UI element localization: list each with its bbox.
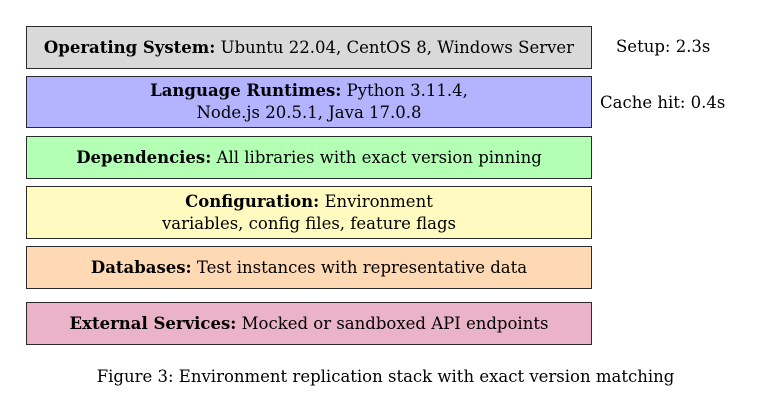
figure-caption: Figure 3: Environment replication stack … — [96, 367, 675, 386]
layer-title: Language Runtimes: — [150, 81, 342, 100]
layer-operating-system: Operating System: Ubuntu 22.04, CentOS 8… — [26, 26, 592, 69]
layer-title: External Services: — [69, 313, 237, 333]
layer-text: Databases: Test instances with represent… — [91, 257, 527, 279]
layer-description: Ubuntu 22.04, CentOS 8, Windows Server — [220, 37, 575, 57]
layer-title: Configuration: — [185, 191, 320, 211]
layer-dependencies: Dependencies: All libraries with exact v… — [26, 136, 592, 179]
layer-text: External Services: Mocked or sandboxed A… — [70, 313, 549, 335]
layer-text: Configuration: Environment variables, co… — [159, 191, 459, 235]
layer-title: Operating System: — [43, 37, 216, 57]
layer-databases: Databases: Test instances with represent… — [26, 246, 592, 289]
layer-description: All libraries with exact version pinning — [216, 147, 542, 167]
layer-configuration: Configuration: Environment variables, co… — [26, 186, 592, 239]
layer-title: Dependencies: — [76, 147, 212, 167]
layer-text: Operating System: Ubuntu 22.04, CentOS 8… — [44, 37, 574, 59]
layer-text: Dependencies: All libraries with exact v… — [76, 147, 542, 169]
layer-title: Databases: — [90, 257, 192, 277]
layer-description: Mocked or sandboxed API endpoints — [241, 313, 549, 333]
layer-external-services: External Services: Mocked or sandboxed A… — [26, 302, 592, 345]
layer-description: Test instances with representative data — [196, 257, 528, 277]
layer-language-runtimes: Language Runtimes: Python 3.11.4, Node.j… — [26, 76, 592, 128]
setup-time-note: Setup: 2.3s — [616, 37, 711, 56]
layer-text: Language Runtimes: Python 3.11.4, Node.j… — [149, 80, 469, 124]
cache-hit-note: Cache hit: 0.4s — [600, 93, 726, 112]
